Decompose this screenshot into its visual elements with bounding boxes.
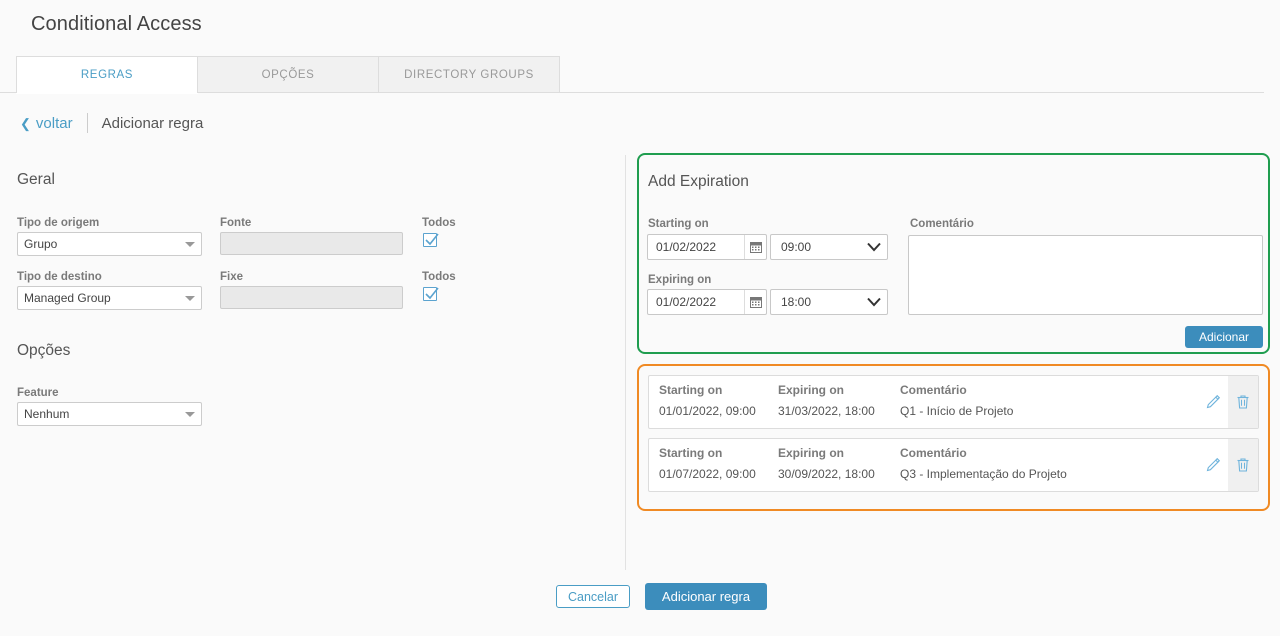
starting-date-input[interactable]: 01/02/2022 [647,234,767,260]
table-row: Starting on 01/07/2022, 09:00 Expiring o… [648,438,1259,492]
chevron-down-icon [185,295,195,301]
tab-directory-groups[interactable]: DIRECTORY GROUPS [378,56,560,93]
column-header-comentario: Comentário [900,383,967,397]
input-fixe[interactable] [220,286,403,309]
delete-row-button[interactable] [1228,376,1258,428]
table-row: Starting on 01/01/2022, 09:00 Expiring o… [648,375,1259,429]
breadcrumb: ❮ voltar Adicionar regra [20,110,203,136]
row-actions [1198,439,1258,491]
chevron-down-icon [185,411,195,417]
checkbox-todos-origem[interactable] [423,233,439,247]
tab-opcoes[interactable]: OPÇÕES [197,56,379,93]
row-columns: Starting on 01/07/2022, 09:00 Expiring o… [649,439,1198,491]
delete-row-button[interactable] [1228,439,1258,491]
label-starting-on: Starting on [648,218,709,230]
label-tipo-de-destino: Tipo de destino [17,271,102,283]
edit-row-button[interactable] [1198,394,1228,410]
column-header-expiring-on: Expiring on [778,383,844,397]
column-header-comentario: Comentário [900,446,967,460]
expiring-date-input[interactable]: 01/02/2022 [647,289,767,315]
label-todos-origem: Todos [422,217,456,229]
section-title-geral: Geral [17,171,55,188]
cancel-button[interactable]: Cancelar [556,585,630,608]
column-header-starting-on: Starting on [659,446,723,460]
select-tipo-de-origem-value: Grupo [24,237,58,251]
chevron-down-icon [861,242,887,252]
label-expiring-on: Expiring on [648,274,712,286]
row-columns: Starting on 01/01/2022, 09:00 Expiring o… [649,376,1198,428]
cell-starting-on: Starting on 01/01/2022, 09:00 [659,383,756,418]
select-feature[interactable]: Nenhum [17,402,202,426]
cell-expiring-value: 30/09/2022, 18:00 [778,467,875,481]
label-fonte: Fonte [220,217,252,229]
tab-directory-groups-label: DIRECTORY GROUPS [404,69,534,81]
trash-icon [1237,458,1249,472]
page-title: Conditional Access [31,13,202,35]
starting-date-value: 01/02/2022 [656,240,717,254]
cell-expiring-on: Expiring on 30/09/2022, 18:00 [778,446,875,481]
calendar-icon[interactable] [744,290,766,314]
back-link-label: voltar [35,114,73,132]
expiration-list-panel: Starting on 01/01/2022, 09:00 Expiring o… [637,364,1270,511]
cell-starting-value: 01/07/2022, 09:00 [659,467,756,481]
label-comentario: Comentário [910,218,974,230]
select-tipo-de-origem[interactable]: Grupo [17,232,202,256]
adicionar-regra-button[interactable]: Adicionar regra [645,583,767,610]
checkbox-todos-destino[interactable] [423,287,439,301]
cell-comentario-value: Q1 - Início de Projeto [900,404,1014,418]
expiring-time-select[interactable]: 18:00 [770,289,888,315]
cell-starting-value: 01/01/2022, 09:00 [659,404,756,418]
cell-comentario-value: Q3 - Implementação do Projeto [900,467,1067,481]
add-expiration-title: Add Expiration [648,173,749,190]
chevron-down-icon [861,297,887,307]
cell-comentario: Comentário Q1 - Início de Projeto [900,383,1013,418]
starting-time-select[interactable]: 09:00 [770,234,888,260]
tab-opcoes-label: OPÇÕES [261,69,315,81]
breadcrumb-current: Adicionar regra [101,114,204,132]
cell-comentario: Comentário Q3 - Implementação do Projeto [900,446,1067,481]
cell-expiring-on: Expiring on 31/03/2022, 18:00 [778,383,875,418]
column-header-starting-on: Starting on [659,383,723,397]
comentario-textarea[interactable] [908,235,1263,315]
cell-starting-on: Starting on 01/07/2022, 09:00 [659,446,756,481]
column-divider [625,155,626,570]
tab-bar: REGRAS OPÇÕES DIRECTORY GROUPS [16,56,560,93]
chevron-left-icon: ❮ [20,115,31,131]
select-tipo-de-destino[interactable]: Managed Group [17,286,202,310]
label-tipo-de-origem: Tipo de origem [17,217,100,229]
trash-icon [1237,395,1249,409]
label-fixe: Fixe [220,271,244,283]
expiring-date-value: 01/02/2022 [656,295,717,309]
pencil-icon [1206,457,1221,472]
breadcrumb-divider [86,113,88,133]
add-expiration-panel: Add Expiration Starting on 01/02/2022 09… [637,153,1270,354]
input-fonte[interactable] [220,232,403,255]
column-header-expiring-on: Expiring on [778,446,844,460]
tab-regras[interactable]: REGRAS [16,56,198,93]
calendar-icon[interactable] [744,235,766,259]
adicionar-expiration-button[interactable]: Adicionar [1185,326,1263,348]
label-feature: Feature [17,387,59,399]
tab-regras-label: REGRAS [80,69,134,81]
select-tipo-de-destino-value: Managed Group [24,291,111,305]
chevron-down-icon [185,241,195,247]
cell-expiring-value: 31/03/2022, 18:00 [778,404,875,418]
check-icon [425,233,439,246]
pencil-icon [1206,394,1221,409]
label-todos-destino: Todos [422,271,456,283]
expiring-time-value: 18:00 [781,295,812,309]
select-feature-value: Nenhum [24,407,70,421]
starting-time-value: 09:00 [781,240,812,254]
edit-row-button[interactable] [1198,457,1228,473]
row-actions [1198,376,1258,428]
conditional-access-page: Conditional Access REGRAS OPÇÕES DIRECTO… [0,0,1280,636]
section-title-opcoes: Opções [17,342,71,359]
back-link[interactable]: ❮ voltar [20,115,73,132]
check-icon [425,287,439,300]
